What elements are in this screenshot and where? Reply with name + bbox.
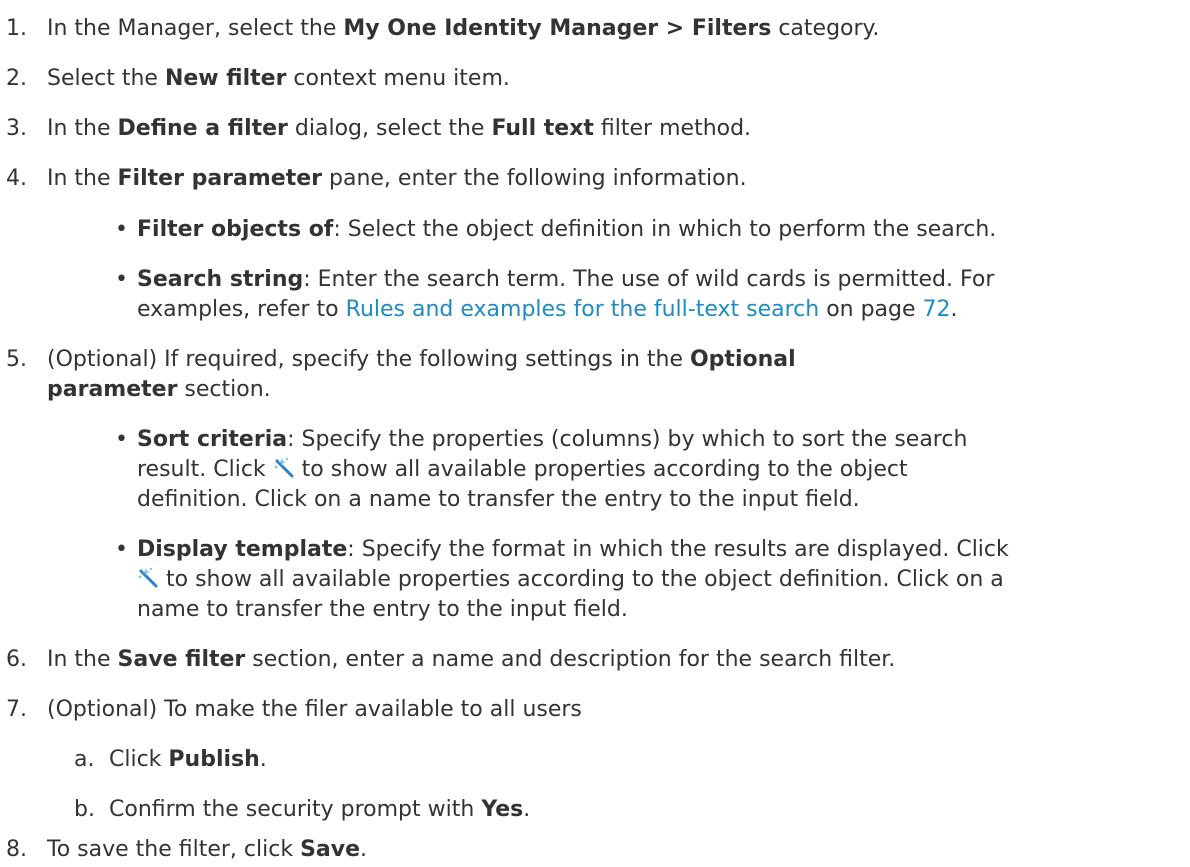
bullet-text: to show all available properties accordi… [294, 457, 908, 482]
step-text: Select the [47, 66, 165, 91]
bullet-text: to show all available properties accordi… [159, 567, 1004, 592]
step-text: Click [109, 747, 169, 772]
bullet: • [115, 537, 128, 562]
step-text: pane, enter the following information. [322, 166, 747, 191]
ui-term: Sort criteria [137, 427, 288, 452]
ui-term: Yes [481, 797, 524, 822]
ui-term: Define a filter [117, 116, 288, 141]
substep-letter: b. [74, 797, 95, 822]
full-text-search-rules-link[interactable]: Rules and examples for the full-text sea… [346, 297, 820, 322]
ui-term: Filter objects of [137, 217, 334, 242]
step-number: 2. [6, 66, 27, 91]
step-text: . [523, 797, 531, 822]
step-number: 8. [6, 837, 27, 862]
bullet-sort-criteria-line3: definition. Click on a name to transfer … [137, 484, 860, 515]
step-number: 4. [6, 166, 27, 191]
step-text: section, enter a name and description fo… [245, 647, 896, 672]
page-72-link[interactable]: 72 [923, 297, 951, 322]
bullet-text: : Enter the search term. The use of wild… [303, 267, 995, 292]
step-text: . [360, 837, 368, 862]
bullet-text: result. Click [137, 457, 273, 482]
step-text: filter method. [593, 116, 752, 141]
bullet-display-template-line2: to show all available properties accordi… [137, 564, 1004, 595]
bullet-text: examples, refer to [137, 297, 346, 322]
bullet: • [115, 267, 128, 292]
step-text: In the [47, 166, 118, 191]
step-text: dialog, select the [287, 116, 492, 141]
magic-wand-icon [138, 567, 158, 588]
ui-term: New filter [164, 66, 287, 91]
ui-term: Optional [689, 347, 796, 372]
step-number: 5. [6, 347, 27, 372]
ui-term: Publish [168, 747, 260, 772]
bullet-text: name to transfer the entry to the input … [137, 597, 628, 622]
step-number: 6. [6, 647, 27, 672]
step-text: category. [771, 16, 880, 41]
step-text: (Optional) To make the filer available t… [47, 697, 582, 722]
bullet: • [115, 217, 128, 242]
ui-term: Display template [137, 537, 348, 562]
bullet-text: definition. Click on a name to transfer … [137, 487, 860, 512]
step-text: section. [177, 377, 271, 402]
bullet-sort-criteria-line2: result. Click to show all available prop… [137, 454, 908, 485]
step-text: . [259, 747, 267, 772]
bullet: • [115, 427, 128, 452]
ui-term: Full text [491, 116, 594, 141]
bullet-text: on page [819, 297, 923, 322]
bullet-text: : Specify the properties (columns) by wh… [287, 427, 968, 452]
step-text: Confirm the security prompt with [109, 797, 482, 822]
step-text: In the [47, 647, 118, 672]
bullet-text: . [950, 297, 958, 322]
bullet-text: : Select the object definition in which … [333, 217, 997, 242]
step-text: To save the filter, click [47, 837, 301, 862]
step-text: In the Manager, select the [47, 16, 344, 41]
ui-term: Save filter [117, 647, 246, 672]
step-number: 1. [6, 16, 27, 41]
ui-term: Search string [137, 267, 304, 292]
step-text: In the [47, 116, 118, 141]
bullet-display-template-line3: name to transfer the entry to the input … [137, 594, 628, 625]
step-text: context menu item. [286, 66, 510, 91]
step-number: 7. [6, 697, 27, 722]
magic-wand-icon [274, 457, 294, 478]
substep-letter: a. [74, 747, 95, 772]
step-text: (Optional) If required, specify the foll… [47, 347, 690, 372]
bullet-text: : Specify the format in which the result… [347, 537, 1009, 562]
step-number: 3. [6, 116, 27, 141]
ui-term: parameter [47, 377, 178, 402]
ui-term: Filter parameter [117, 166, 323, 191]
step-5-line2: parameter section. [47, 374, 271, 405]
ui-term: Save [300, 837, 361, 862]
bullet-search-string-line2: examples, refer to Rules and examples fo… [137, 294, 958, 325]
document-page: 1. In the Manager, select the My One Ide… [0, 0, 1190, 867]
ui-term: My One Identity Manager > Filters [343, 16, 772, 41]
